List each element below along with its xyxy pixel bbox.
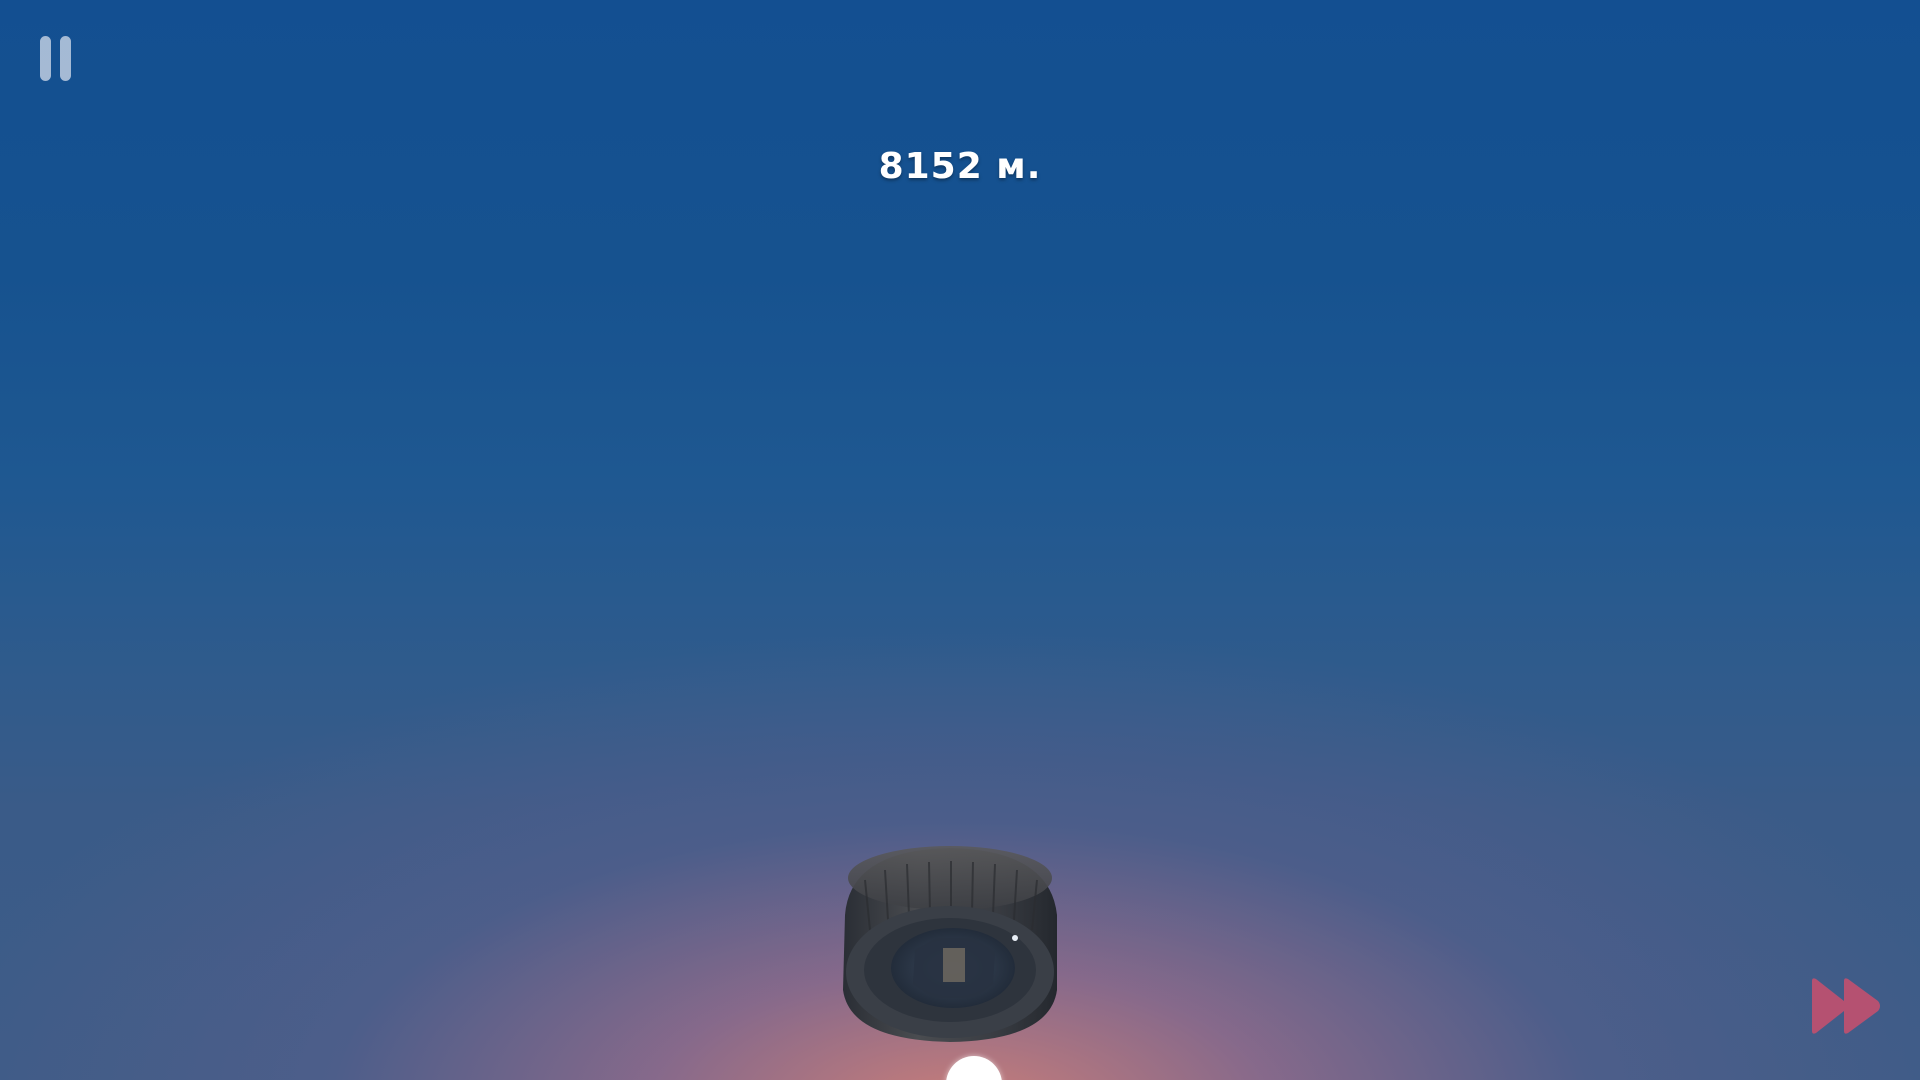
fast-forward-icon [1812, 978, 1880, 1034]
fast-forward-button[interactable] [1808, 975, 1886, 1037]
tire [843, 846, 1057, 1042]
pause-icon-bar [60, 36, 71, 81]
distance-counter: 8152 м. [878, 146, 1042, 187]
pause-icon [40, 36, 51, 81]
pause-button[interactable] [38, 34, 80, 84]
